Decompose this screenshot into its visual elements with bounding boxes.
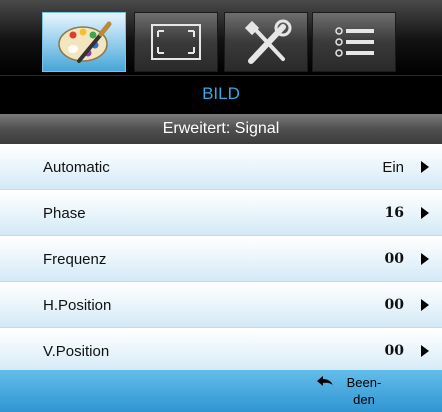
row-label: Frequenz — [43, 251, 107, 268]
palette-icon — [58, 21, 112, 63]
exit-button[interactable]: Been- den — [316, 372, 396, 410]
row-automatic[interactable]: Automatic Ein — [0, 145, 442, 190]
exit-label: Been- den — [346, 375, 382, 407]
row-frequenz[interactable]: Frequenz 00 — [0, 237, 442, 282]
tab-options[interactable] — [312, 12, 396, 72]
row-v-position[interactable]: V.Position 00 — [0, 329, 442, 374]
menu-tab-bar — [0, 0, 442, 75]
arrow-right-icon[interactable] — [421, 345, 429, 357]
return-arrow-icon — [317, 376, 333, 386]
footer-bar: Been- den — [0, 370, 442, 412]
arrow-right-icon[interactable] — [421, 207, 429, 219]
row-value: Ein — [382, 159, 404, 176]
row-value: 00 — [384, 251, 404, 267]
row-label: Phase — [43, 205, 86, 222]
tab-settings[interactable] — [224, 12, 308, 72]
arrow-right-icon[interactable] — [421, 299, 429, 311]
row-value: 00 — [384, 343, 404, 359]
menu-title: BILD — [0, 75, 442, 114]
submenu-title: Erweitert: Signal — [0, 114, 442, 144]
tools-icon — [244, 19, 292, 64]
row-label: H.Position — [43, 297, 112, 314]
row-value: 00 — [384, 297, 404, 313]
row-value: 16 — [384, 205, 404, 221]
tab-picture[interactable] — [42, 12, 126, 72]
list-menu-icon — [335, 27, 374, 57]
row-phase[interactable]: Phase 16 — [0, 191, 442, 236]
row-h-position[interactable]: H.Position 00 — [0, 283, 442, 328]
row-label: Automatic — [43, 159, 110, 176]
screen-resize-icon — [151, 24, 201, 60]
arrow-right-icon[interactable] — [421, 161, 429, 173]
settings-list: Automatic Ein Phase 16 Frequenz 00 H.Pos… — [0, 145, 442, 375]
row-label: V.Position — [43, 343, 110, 360]
arrow-right-icon[interactable] — [421, 253, 429, 265]
tab-screen[interactable] — [134, 12, 218, 72]
